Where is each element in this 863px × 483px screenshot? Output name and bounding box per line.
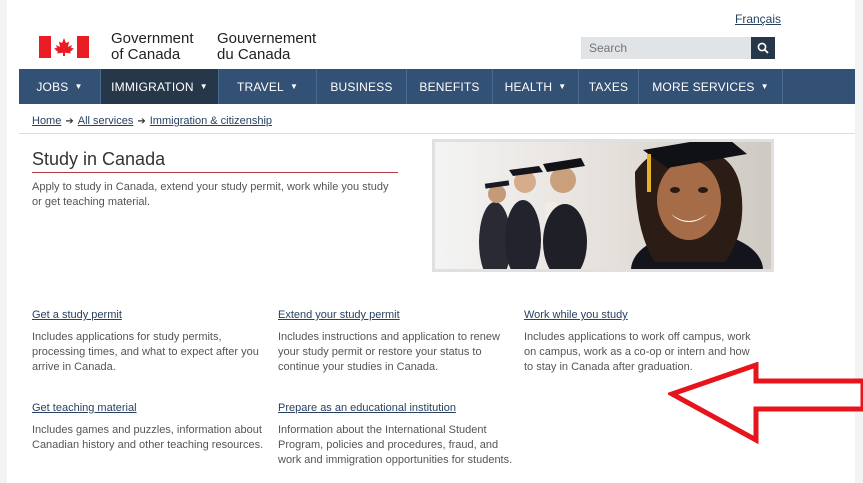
nav-item-more-services[interactable]: MORE SERVICES ▼ (639, 69, 783, 104)
service-card: Extend your study permit Includes instru… (278, 309, 514, 375)
get-teaching-material-link[interactable]: Get teaching material (32, 402, 268, 414)
graduates-photo (435, 142, 771, 269)
nav-label: IMMIGRATION (111, 79, 194, 94)
extend-study-permit-link[interactable]: Extend your study permit (278, 309, 514, 321)
nav-item-taxes[interactable]: TAXES (579, 69, 639, 104)
service-description: Includes games and puzzles, information … (32, 424, 264, 451)
canada-flag-icon (39, 36, 89, 58)
nav-label: TAXES (588, 79, 629, 94)
service-description: Includes applications for study permits,… (32, 331, 259, 373)
service-card: Prepare as an educational institution In… (278, 402, 514, 468)
hero-image-graduates (432, 139, 774, 272)
page-intro: Apply to study in Canada, extend your st… (32, 181, 389, 208)
nav-label: BUSINESS (330, 79, 393, 94)
signature-fr-line1: Gouvernement (217, 30, 317, 47)
chevron-down-icon: ▼ (760, 82, 769, 91)
work-while-you-study-link[interactable]: Work while you study (524, 309, 760, 321)
signature-french: Gouvernement du Canada (217, 31, 316, 63)
breadcrumb-arrow-icon: ➔ (65, 115, 74, 127)
nav-label: TRAVEL (236, 79, 284, 94)
red-arrow-icon (668, 362, 863, 445)
breadcrumb-home-link[interactable]: Home (32, 115, 61, 127)
nav-label: BENEFITS (419, 79, 480, 94)
chevron-down-icon: ▼ (558, 82, 567, 91)
nav-item-immigration[interactable]: IMMIGRATION ▼ (101, 69, 219, 104)
service-description: Includes instructions and application to… (278, 331, 500, 373)
search-input[interactable] (581, 37, 751, 59)
chevron-down-icon: ▼ (74, 82, 83, 91)
signature-en-line1: Government (111, 30, 194, 47)
nav-label: MORE SERVICES (652, 79, 755, 94)
nav-label: JOBS (36, 79, 69, 94)
breadcrumb-immigration-link[interactable]: Immigration & citizenship (150, 115, 272, 127)
breadcrumb: Home ➔ All services ➔ Immigration & citi… (32, 115, 272, 127)
get-study-permit-link[interactable]: Get a study permit (32, 309, 268, 321)
nav-item-benefits[interactable]: BENEFITS (407, 69, 493, 104)
nav-item-business[interactable]: BUSINESS (317, 69, 407, 104)
divider (19, 133, 855, 134)
title-underline (32, 172, 398, 173)
breadcrumb-arrow-icon: ➔ (137, 115, 146, 127)
signature-english: Government of Canada (111, 31, 194, 63)
prepare-educational-institution-link[interactable]: Prepare as an educational institution (278, 402, 514, 414)
signature-fr-line2: du Canada (217, 46, 291, 63)
chevron-down-icon: ▼ (289, 82, 299, 91)
service-card: Get a study permit Includes applications… (32, 309, 268, 375)
service-card: Get teaching material Includes games and… (32, 402, 268, 453)
breadcrumb-all-services-link[interactable]: All services (78, 115, 134, 127)
language-toggle-link[interactable]: Français (735, 12, 781, 26)
signature-en-line2: of Canada (111, 46, 181, 63)
main-nav: JOBS ▼ IMMIGRATION ▼ TRAVEL ▼ BUSINESS BENE… (19, 69, 855, 104)
search-button[interactable] (751, 37, 775, 59)
chevron-down-icon: ▼ (199, 82, 208, 91)
service-description: Information about the International Stud… (278, 424, 513, 466)
search-icon (757, 42, 769, 54)
page-title: Study in Canada (32, 149, 166, 169)
nav-item-health[interactable]: HEALTH ▼ (493, 69, 579, 104)
nav-item-jobs[interactable]: JOBS ▼ (19, 69, 101, 104)
nav-label: HEALTH (504, 79, 553, 94)
nav-item-travel[interactable]: TRAVEL ▼ (219, 69, 317, 104)
